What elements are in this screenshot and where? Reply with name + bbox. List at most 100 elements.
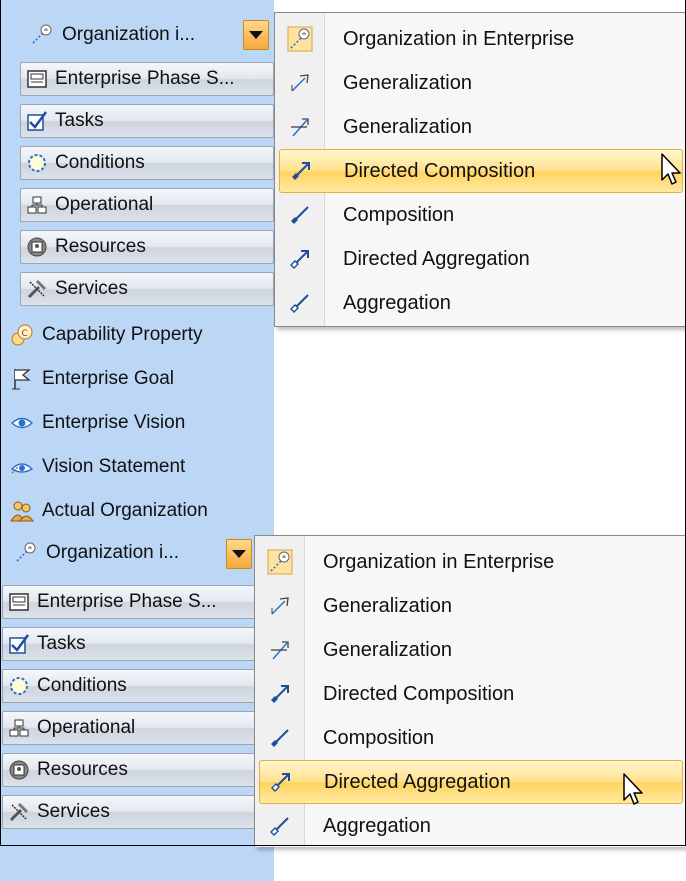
palette-group-label: Conditions xyxy=(55,152,145,173)
generalization-icon xyxy=(287,70,313,96)
menu-item-label: Directed Aggregation xyxy=(343,247,530,270)
generalization-cross-icon xyxy=(287,114,313,140)
directed-aggregation-icon xyxy=(287,246,313,272)
menu-item-composition[interactable]: Composition xyxy=(275,193,686,237)
palette-item-label: Vision Statement xyxy=(42,456,186,477)
mouse-pointer-icon xyxy=(661,153,681,185)
menu-item-label: Organization in Enterprise xyxy=(323,550,555,573)
menu-item-label: Composition xyxy=(343,203,455,226)
palette-item-vision-statement[interactable]: Vision Statement xyxy=(10,450,185,484)
resources-icon xyxy=(25,235,49,259)
eye-icon xyxy=(10,411,34,435)
operational-icon xyxy=(7,716,31,740)
palette-item-label: Capability Property xyxy=(42,324,203,345)
palette-group-label: Conditions xyxy=(37,675,127,696)
menu-item-label: Directed Aggregation xyxy=(324,770,511,793)
dropdown-arrow-button-top[interactable] xyxy=(243,20,269,50)
vision-statement-icon xyxy=(10,455,34,479)
palette-item-actual-organization[interactable]: Actual Organization xyxy=(10,494,208,528)
menu-item-aggregation[interactable]: Aggregation xyxy=(275,281,686,325)
palette-org-item-label: Organization i... xyxy=(46,542,180,563)
tasks-icon xyxy=(7,632,31,656)
menu-item-label: Directed Composition xyxy=(323,682,515,705)
palette-group-operational[interactable]: Operational xyxy=(2,711,258,745)
services-icon xyxy=(7,800,31,824)
palette-item-label: Enterprise Vision xyxy=(42,412,186,433)
capability-icon: C xyxy=(10,323,34,347)
menu-item-composition[interactable]: Composition xyxy=(255,716,686,760)
palette-org-item-label: Organization i... xyxy=(62,24,196,45)
menu-item-label: Aggregation xyxy=(343,291,451,314)
menu-item-label: Generalization xyxy=(343,115,472,138)
palette-group-label: Services xyxy=(37,801,110,822)
phase-icon xyxy=(7,590,31,614)
menu-item-label: Directed Composition xyxy=(344,159,536,182)
palette-group-tasks[interactable]: Tasks xyxy=(2,627,258,661)
generalization-cross-icon xyxy=(267,637,293,663)
palette-item-enterprise-goal[interactable]: Enterprise Goal xyxy=(10,362,174,396)
palette-org-item-bottom[interactable]: Organization i... xyxy=(14,536,179,570)
organization-relationship-icon xyxy=(267,549,293,575)
menu-item-directed-composition[interactable]: Directed Composition xyxy=(255,672,686,716)
directed-composition-icon xyxy=(288,158,314,184)
flag-icon xyxy=(10,367,34,391)
palette-group-enterprise-phase-s[interactable]: Enterprise Phase S... xyxy=(2,585,258,619)
palette-group-conditions[interactable]: Conditions xyxy=(20,146,274,180)
menu-item-aggregation[interactable]: Aggregation xyxy=(255,804,686,848)
palette-item-label: Actual Organization xyxy=(42,500,208,521)
operational-icon xyxy=(25,193,49,217)
palette-group-enterprise-phase-s[interactable]: Enterprise Phase S... xyxy=(20,62,274,96)
palette-group-conditions[interactable]: Conditions xyxy=(2,669,258,703)
organization-relationship-icon xyxy=(14,541,38,565)
directed-composition-icon xyxy=(267,681,293,707)
menu-item-generalization[interactable]: Generalization xyxy=(275,105,686,149)
dropdown-arrow-button-bottom[interactable] xyxy=(226,539,252,569)
conditions-icon xyxy=(7,674,31,698)
palette-group-tasks[interactable]: Tasks xyxy=(20,104,274,138)
menu-item-label: Generalization xyxy=(323,594,452,617)
palette-group-label: Resources xyxy=(55,236,146,257)
palette-group-label: Enterprise Phase S... xyxy=(55,68,235,89)
organization-relationship-icon xyxy=(287,26,313,52)
organization-relationship-icon xyxy=(30,23,54,47)
aggregation-icon xyxy=(287,290,313,316)
palette-item-capability-property[interactable]: C Capability Property xyxy=(10,318,203,352)
aggregation-icon xyxy=(267,813,293,839)
mouse-pointer-icon xyxy=(623,773,643,805)
composition-icon xyxy=(287,202,313,228)
menu-item-directed-aggregation[interactable]: Directed Aggregation xyxy=(275,237,686,281)
palette-group-label: Operational xyxy=(37,717,136,738)
menu-item-directed-aggregation[interactable]: Directed Aggregation xyxy=(259,760,683,804)
directed-aggregation-icon xyxy=(268,769,294,795)
palette-group-label: Services xyxy=(55,278,128,299)
resources-icon xyxy=(7,758,31,782)
generalization-icon xyxy=(267,593,293,619)
palette-group-resources[interactable]: Resources xyxy=(2,753,258,787)
palette-item-enterprise-vision[interactable]: Enterprise Vision xyxy=(10,406,185,440)
menu-item-generalization[interactable]: Generalization xyxy=(255,628,686,672)
palette-org-item-top[interactable]: Organization i... xyxy=(30,18,195,52)
palette-item-label: Enterprise Goal xyxy=(42,368,175,389)
menu-item-label: Generalization xyxy=(323,638,452,661)
palette-group-label: Tasks xyxy=(37,633,86,654)
menu-item-label: Aggregation xyxy=(323,814,431,837)
relationship-menu-top: Organization in Enterprise Generalization… xyxy=(274,12,686,327)
palette-group-label: Resources xyxy=(37,759,128,780)
menu-item-generalization[interactable]: Generalization xyxy=(255,584,686,628)
conditions-icon xyxy=(25,151,49,175)
menu-item-generalization[interactable]: Generalization xyxy=(275,61,686,105)
menu-item-organization-in-enterprise[interactable]: Organization in Enterprise xyxy=(275,17,686,61)
tasks-icon xyxy=(25,109,49,133)
palette-group-services[interactable]: Services xyxy=(2,795,258,829)
palette-group-resources[interactable]: Resources xyxy=(20,230,274,264)
composition-icon xyxy=(267,725,293,751)
palette-group-operational[interactable]: Operational xyxy=(20,188,274,222)
menu-item-label: Composition xyxy=(323,726,435,749)
palette-group-services[interactable]: Services xyxy=(20,272,274,306)
menu-item-directed-composition[interactable]: Directed Composition xyxy=(279,149,683,193)
people-icon xyxy=(10,499,34,523)
menu-item-organization-in-enterprise[interactable]: Organization in Enterprise xyxy=(255,540,686,584)
svg-text:C: C xyxy=(22,329,28,339)
services-icon xyxy=(25,277,49,301)
palette-group-label: Operational xyxy=(55,194,154,215)
